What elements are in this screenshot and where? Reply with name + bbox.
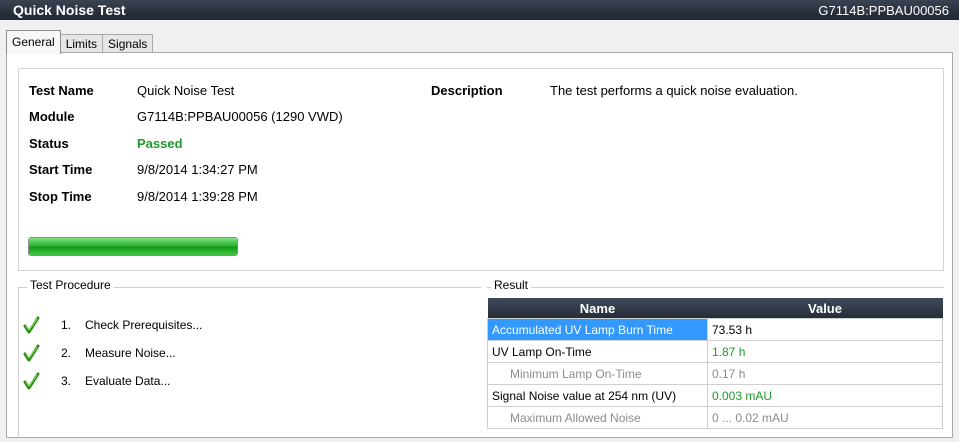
step-label: Check Prerequisites... <box>85 318 203 332</box>
field-stop-time: Stop Time 9/8/2014 1:39:28 PM <box>29 189 258 205</box>
result-group: Result Name Value Accumulated UV Lamp Bu… <box>487 278 944 438</box>
field-value: 9/8/2014 1:39:28 PM <box>137 189 258 204</box>
procedure-step: 2. Measure Noise... <box>23 344 176 362</box>
tab-strip: General Limits Signals <box>6 30 154 54</box>
general-info-panel: Test Name Quick Noise Test Module G7114B… <box>18 68 944 271</box>
table-row[interactable]: UV Lamp On-Time 1.87 h <box>487 340 943 363</box>
result-name-cell[interactable]: UV Lamp On-Time <box>487 340 708 363</box>
field-value: Quick Noise Test <box>137 83 235 98</box>
field-label: Test Name <box>29 83 94 98</box>
result-table: Name Value Accumulated UV Lamp Burn Time… <box>487 298 943 429</box>
result-name-cell[interactable]: Minimum Lamp On-Time <box>487 362 708 385</box>
result-value-cell[interactable]: 0.17 h <box>707 362 943 385</box>
progress-fill <box>29 238 237 255</box>
column-header-value[interactable]: Value <box>707 298 943 319</box>
table-row[interactable]: Accumulated UV Lamp Burn Time 73.53 h <box>487 318 943 341</box>
window-title: Quick Noise Test <box>13 2 126 18</box>
result-value-cell[interactable]: 1.87 h <box>707 340 943 363</box>
result-name-cell[interactable]: Signal Noise value at 254 nm (UV) <box>487 384 708 407</box>
tab-limits[interactable]: Limits <box>59 34 104 54</box>
result-name-cell[interactable]: Maximum Allowed Noise <box>487 406 708 429</box>
result-name-cell[interactable]: Accumulated UV Lamp Burn Time <box>487 318 708 341</box>
field-value: 9/8/2014 1:34:27 PM <box>137 162 258 177</box>
check-icon <box>23 344 40 362</box>
result-value-cell[interactable]: 73.53 h <box>707 318 943 341</box>
field-value: G7114B:PPBAU00056 (1290 VWD) <box>137 109 343 124</box>
step-label: Evaluate Data... <box>85 374 171 388</box>
description-value: The test performs a quick noise evaluati… <box>550 83 798 98</box>
group-caption: Test Procedure <box>27 278 114 292</box>
tab-general[interactable]: General <box>6 30 61 54</box>
field-label: Status <box>29 136 69 151</box>
status-value: Passed <box>137 136 183 151</box>
procedure-step: 1. Check Prerequisites... <box>23 316 202 334</box>
description-label: Description <box>431 83 503 98</box>
tab-signals[interactable]: Signals <box>102 34 154 54</box>
result-value-cell[interactable]: 0 ... 0.02 mAU <box>707 406 943 429</box>
field-start-time: Start Time 9/8/2014 1:34:27 PM <box>29 162 258 178</box>
step-label: Measure Noise... <box>85 346 176 360</box>
field-test-name: Test Name Quick Noise Test <box>29 83 234 99</box>
table-row[interactable]: Minimum Lamp On-Time 0.17 h <box>487 362 943 385</box>
field-label: Stop Time <box>29 189 92 204</box>
progress-bar <box>28 237 238 256</box>
module-identifier: G7114B:PPBAU00056 <box>818 2 949 18</box>
field-label: Module <box>29 109 75 124</box>
check-icon <box>23 316 40 334</box>
step-number: 1. <box>60 318 71 332</box>
field-module: Module G7114B:PPBAU00056 (1290 VWD) <box>29 109 343 125</box>
step-number: 2. <box>60 346 71 360</box>
table-row[interactable]: Signal Noise value at 254 nm (UV) 0.003 … <box>487 384 943 407</box>
column-header-name[interactable]: Name <box>487 298 708 319</box>
step-number: 3. <box>60 374 71 388</box>
result-value-cell[interactable]: 0.003 mAU <box>707 384 943 407</box>
title-bar: Quick Noise Test G7114B:PPBAU00056 <box>0 0 959 20</box>
procedure-step: 3. Evaluate Data... <box>23 372 170 390</box>
field-status: Status Passed <box>29 136 183 152</box>
table-row[interactable]: Maximum Allowed Noise 0 ... 0.02 mAU <box>487 406 943 429</box>
test-procedure-group: Test Procedure 1. Check Prerequisites...… <box>18 278 481 438</box>
field-label: Start Time <box>29 162 93 177</box>
group-caption: Result <box>491 278 532 292</box>
table-header-row: Name Value <box>487 298 943 319</box>
check-icon <box>23 372 40 390</box>
